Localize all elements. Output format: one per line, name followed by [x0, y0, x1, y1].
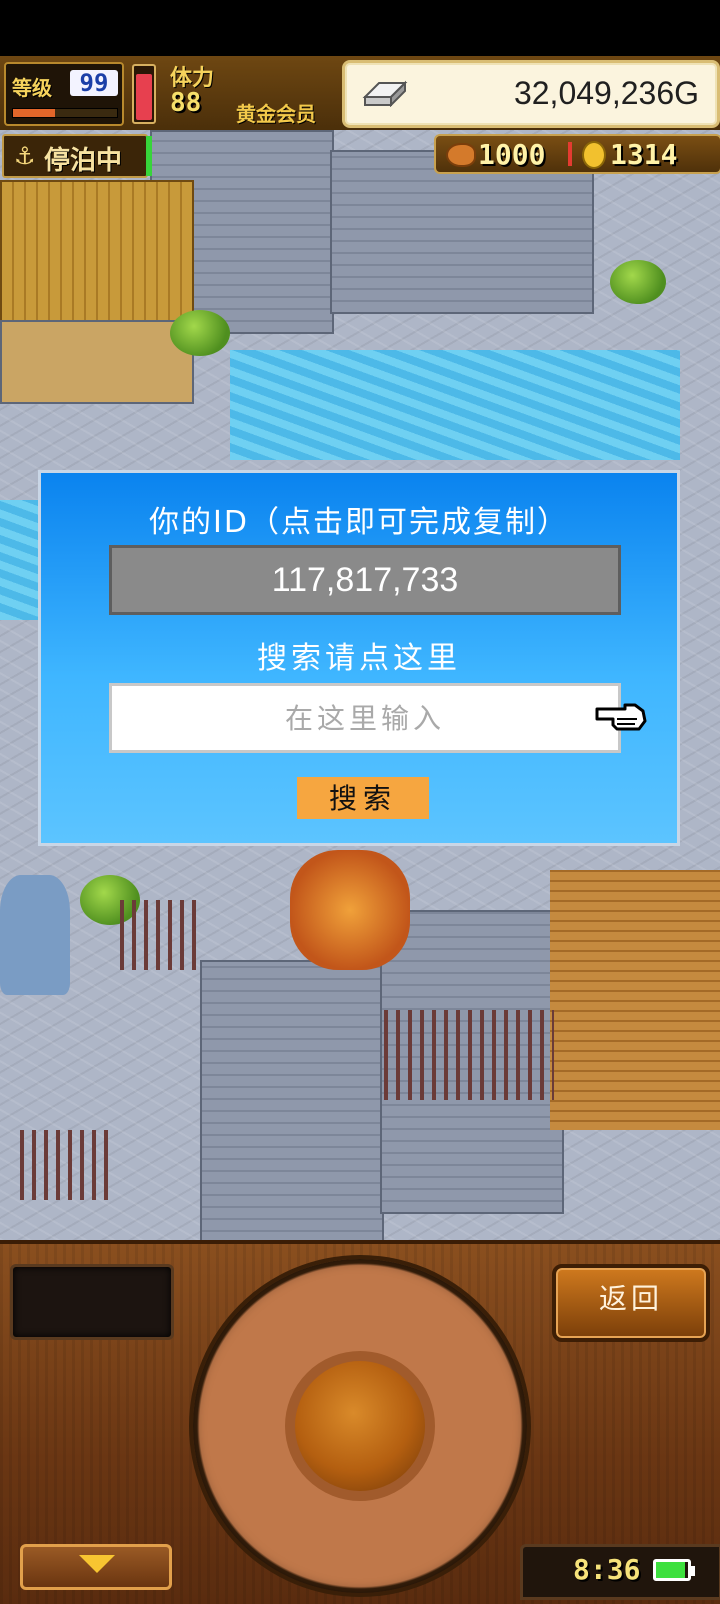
battery-tip: [691, 1566, 695, 1576]
direction-pad[interactable]: [193, 1259, 527, 1593]
stamina-gauge-fill: [136, 73, 152, 120]
dragon-character[interactable]: [290, 850, 410, 970]
status-bar: [0, 0, 720, 56]
chevron-down-icon: [79, 1555, 115, 1573]
id-title: 你的ID（点击即可完成复制）: [149, 505, 569, 540]
search-input[interactable]: [109, 683, 621, 753]
control-panel: 返回 8:36: [0, 1240, 720, 1604]
castle-wall-lower: [200, 960, 384, 1240]
level-label: 等级: [12, 76, 52, 100]
back-button[interactable]: 返回: [552, 1264, 710, 1342]
stamina-value: 88: [170, 88, 202, 118]
fence: [120, 900, 200, 970]
house-roof: [0, 180, 194, 324]
search-button[interactable]: 搜索: [297, 777, 429, 819]
fountain: [0, 875, 70, 995]
docked-status-badge: ⚓ 停泊中: [2, 134, 148, 178]
coin-icon: [582, 141, 606, 169]
anchor-icon: ⚓: [14, 142, 36, 170]
member-status-label: 黄金会员: [236, 102, 316, 126]
pointer-hand-icon: [595, 703, 647, 731]
dpad-down-button[interactable]: [310, 1513, 410, 1583]
clock-time: 8:36: [573, 1553, 641, 1586]
meat-amount: 1000: [478, 138, 546, 171]
level-box: 等级 99: [4, 62, 124, 126]
level-value: 99: [70, 70, 118, 96]
silver-bar-icon: [362, 80, 408, 107]
docked-indicator: [146, 136, 152, 176]
level-progress-bar: [12, 108, 118, 118]
fence: [384, 1010, 554, 1100]
dpad-right-button[interactable]: [447, 1376, 517, 1476]
docked-label: 停泊中: [44, 146, 123, 176]
battery-icon: [653, 1559, 691, 1581]
id-search-dialog: 你的ID（点击即可完成复制） 117,817,733 搜索请点这里 搜索: [38, 470, 680, 846]
fence: [20, 1130, 110, 1200]
coin-amount: 1314: [610, 138, 678, 171]
moat-water: [230, 350, 680, 460]
item-slot[interactable]: [10, 1264, 174, 1340]
castle-wall: [330, 150, 594, 314]
top-hud: 等级 99 体力 88 黄金会员 32,049,236G: [0, 56, 720, 132]
dpad-center-button[interactable]: [285, 1351, 435, 1501]
expand-menu-button[interactable]: [20, 1544, 172, 1590]
stamina-gauge: [132, 64, 156, 124]
gold-panel: 32,049,236G: [342, 60, 720, 128]
house-wall: [0, 320, 194, 404]
clock-box: 8:36: [520, 1544, 720, 1600]
dpad-up-button[interactable]: [310, 1269, 410, 1339]
resource-bar: 1000 1314: [434, 134, 720, 174]
bush: [610, 260, 666, 304]
wooden-dock: [550, 870, 720, 1130]
search-label[interactable]: 搜索请点这里: [41, 633, 677, 677]
resource-divider: [568, 142, 572, 166]
dpad-left-button[interactable]: [203, 1376, 273, 1476]
level-progress-fill: [13, 109, 55, 117]
user-id-copy-box[interactable]: 117,817,733: [109, 545, 621, 615]
gold-amount: 32,049,236G: [513, 75, 699, 111]
bush: [170, 310, 230, 356]
meat-icon: [446, 143, 476, 167]
